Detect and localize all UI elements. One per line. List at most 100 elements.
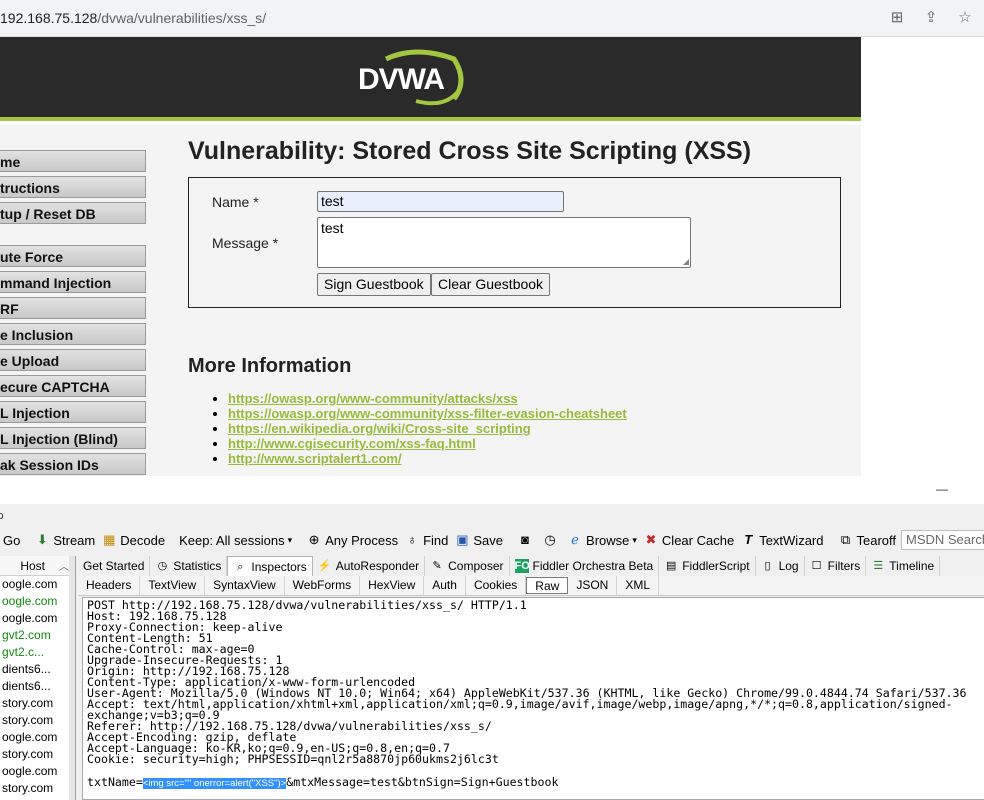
menu-item-brute-force[interactable]: ute Force — [0, 245, 146, 267]
name-label: Name * — [212, 194, 259, 210]
inspector-tabs: Headers TextView SyntaxView WebForms Hex… — [78, 576, 984, 596]
find-button[interactable]: ♁ Find — [401, 532, 451, 548]
sessions-header: Host ︿ — [0, 556, 75, 576]
browse-button[interactable]: ℯ Browse ▾ — [564, 532, 640, 548]
any-process-button[interactable]: ⊕ Any Process — [303, 532, 401, 548]
tab-webforms[interactable]: WebForms — [285, 576, 361, 595]
session-row[interactable]: oogle.com — [0, 763, 75, 780]
tab-fiddler-orchestra[interactable]: FO Fiddler Orchestra Beta — [510, 556, 660, 576]
tab-statistics[interactable]: ◷ Statistics — [150, 556, 228, 576]
dvwa-logo: DVWA — [356, 49, 466, 109]
session-row[interactable]: oogle.com — [0, 576, 75, 593]
collapse-icon[interactable]: ︿ — [59, 558, 69, 573]
menu-item-home[interactable]: me — [0, 150, 146, 172]
tab-auth[interactable]: Auth — [424, 576, 466, 595]
menu-item-command-injection[interactable]: mmand Injection — [0, 271, 146, 293]
menu-item-setup[interactable]: tup / Reset DB — [0, 202, 146, 224]
script-icon: ▤ — [666, 560, 677, 572]
fiddler-window: — ɔ Go ⬇ Stream ▦ Decode Keep: All session… — [0, 476, 984, 800]
link-wikipedia-xss[interactable]: https://en.wikipedia.org/wiki/Cross-site… — [228, 421, 531, 436]
link-owasp-xss[interactable]: https://owasp.org/www-community/attacks/… — [228, 391, 518, 406]
raw-header-line: Accept: text/html,application/xhtml+xml,… — [87, 697, 953, 722]
menu-item-weak-session-ids[interactable]: ak Session IDs — [0, 453, 146, 475]
minimize-icon[interactable]: — — [936, 482, 948, 496]
share-icon[interactable]: ⇪ — [922, 8, 940, 26]
sign-guestbook-button[interactable]: Sign Guestbook — [317, 273, 431, 296]
translate-icon[interactable]: ⊞ — [888, 8, 906, 26]
stream-button[interactable]: ⬇ Stream — [31, 532, 98, 548]
sessions-list: Host ︿ oogle.com oogle.com oogle.com gvt2.c… — [0, 556, 76, 800]
session-row[interactable]: story.com — [0, 695, 75, 712]
orchestra-icon: FO — [514, 559, 530, 573]
decode-icon: ▦ — [103, 532, 116, 547]
url-text[interactable]: 192.168.75.128/dvwa/vulnerabilities/xss_… — [0, 10, 266, 26]
decode-button[interactable]: ▦ Decode — [98, 532, 168, 548]
menu-item-insecure-captcha[interactable]: ecure CAPTCHA — [0, 375, 146, 397]
tab-syntaxview[interactable]: SyntaxView — [205, 576, 285, 595]
tab-autoresponder[interactable]: ⚡ AutoResponder — [313, 556, 426, 576]
session-row[interactable]: dients6... — [0, 661, 75, 678]
tab-filters[interactable]: ☐ Filters — [805, 556, 867, 576]
session-row[interactable]: story.com — [0, 712, 75, 729]
menu-item-sql-injection-blind[interactable]: L Injection (Blind) — [0, 427, 146, 449]
save-button[interactable]: ▣ Save — [451, 532, 506, 548]
menu-item-file-inclusion[interactable]: e Inclusion — [0, 323, 146, 345]
menu-item-instructions[interactable]: tructions — [0, 176, 146, 198]
resize-grip-icon[interactable]: ◢ — [683, 257, 689, 266]
tab-inspectors[interactable]: ⌕ Inspectors — [227, 556, 313, 576]
highlighted-payload: <img src="" onerror=alert("XSS")> — [142, 778, 287, 789]
tab-fiddlerscript[interactable]: ▤ FiddlerScript — [659, 556, 756, 576]
camera-icon: ◙ — [521, 532, 529, 547]
session-row[interactable]: oogle.com — [0, 729, 75, 746]
tab-json[interactable]: JSON — [568, 576, 618, 595]
tab-log[interactable]: ▯ Log — [756, 556, 805, 576]
session-row[interactable]: gvt2.c... — [0, 644, 75, 661]
session-row[interactable]: oogle.com — [0, 610, 75, 627]
screenshot-button[interactable]: ◙ — [514, 532, 539, 548]
clear-guestbook-button[interactable]: Clear Guestbook — [431, 273, 551, 296]
tab-composer[interactable]: ✎ Composer — [425, 556, 510, 576]
statistics-icon: ◷ — [157, 560, 168, 572]
name-input[interactable]: test — [317, 191, 564, 212]
menu-item-csrf[interactable]: RF — [0, 297, 146, 319]
tab-headers[interactable]: Headers — [78, 576, 141, 595]
tab-textview[interactable]: TextView — [140, 576, 206, 595]
session-row[interactable]: dients6... — [0, 678, 75, 695]
link-owasp-filter-evasion[interactable]: https://owasp.org/www-community/xss-filt… — [228, 406, 627, 421]
host-column-header[interactable]: Host — [20, 559, 45, 573]
tab-get-started[interactable]: Get Started — [78, 556, 151, 576]
tab-hexview[interactable]: HexView — [360, 576, 425, 595]
page-title: Vulnerability: Stored Cross Site Scripti… — [188, 137, 752, 165]
more-info-heading: More Information — [188, 355, 352, 377]
tearoff-button[interactable]: ⧉ Tearoff — [834, 532, 899, 548]
clear-cache-button[interactable]: ✖ Clear Cache — [640, 532, 737, 548]
sessions-scrollbar[interactable] — [69, 556, 75, 800]
link-cgisecurity[interactable]: http://www.cgisecurity.com/xss-faq.html — [228, 436, 476, 451]
go-button[interactable]: Go — [0, 533, 23, 548]
tab-xml[interactable]: XML — [617, 576, 660, 595]
menu-item-file-upload[interactable]: e Upload — [0, 349, 146, 371]
tab-cookies[interactable]: Cookies — [466, 576, 527, 595]
message-textarea[interactable]: test ◢ — [317, 217, 691, 268]
msdn-search-input[interactable]: MSDN Search... — [901, 530, 984, 550]
sidebar-menu: me tructions tup / Reset DB ute Force mm… — [0, 150, 146, 479]
session-row[interactable]: gvt2.com — [0, 627, 75, 644]
textwizard-button[interactable]: T TextWizard — [737, 532, 826, 548]
session-row[interactable]: story.com — [0, 746, 75, 763]
session-row[interactable]: oogle.com — [0, 593, 75, 610]
tab-raw[interactable]: Raw — [526, 577, 569, 594]
link-scriptalert1[interactable]: http://www.scriptalert1.com/ — [228, 451, 402, 466]
star-icon[interactable]: ☆ — [956, 8, 974, 26]
fiddler-title-bar: — — [0, 476, 984, 504]
menu-item-sql-injection[interactable]: L Injection — [0, 401, 146, 423]
timer-button[interactable]: ◷ — [539, 532, 564, 548]
session-row[interactable]: story.com — [0, 780, 75, 797]
raw-header-line: Cookie: security=high; PHPSESSID=qnl2r5a… — [87, 752, 499, 766]
list-item: https://owasp.org/www-community/xss-filt… — [228, 406, 627, 421]
tab-timeline[interactable]: ☰ Timeline — [866, 556, 941, 576]
inspectors-icon: ⌕ — [237, 560, 244, 573]
address-bar[interactable]: 192.168.75.128/dvwa/vulnerabilities/xss_… — [0, 0, 984, 37]
keep-sessions-dropdown[interactable]: Keep: All sessions ▾ — [176, 533, 295, 548]
timeline-icon: ☰ — [873, 560, 884, 572]
raw-request-view[interactable]: POST http://192.168.75.128/dvwa/vulnerab… — [82, 597, 984, 800]
